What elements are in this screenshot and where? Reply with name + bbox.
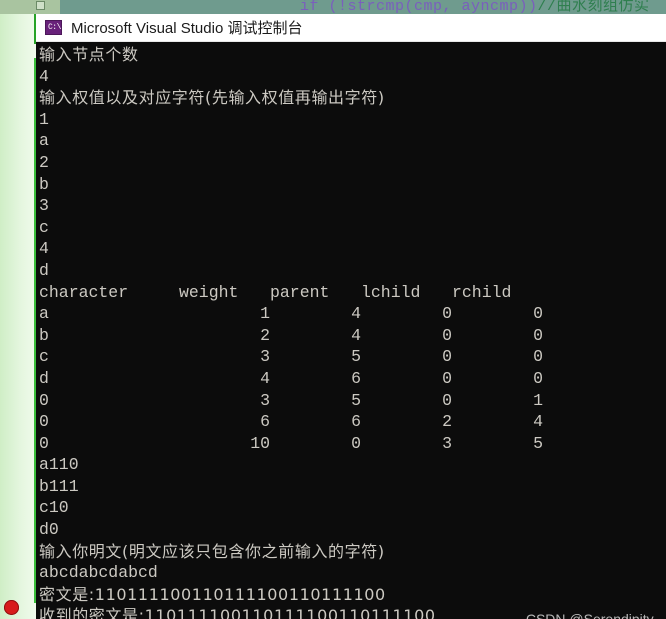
ciphertext-line: 密文是:110111100110111100110111100	[39, 584, 386, 604]
cell-rchild: 4	[533, 412, 543, 432]
column-header-rchild: rchild	[452, 282, 512, 302]
input-weight-char: d	[39, 260, 49, 280]
cell-character: b	[39, 325, 49, 345]
input-weight-char: c	[39, 217, 49, 237]
table-row: c 3 5 0 0	[39, 346, 666, 368]
cell-rchild: 0	[533, 304, 543, 324]
cell-character: a	[39, 304, 49, 324]
input-weight-char: 1	[39, 109, 49, 129]
cell-lchild: 0	[442, 347, 452, 367]
cell-parent: 6	[351, 368, 361, 388]
huffman-code-line: d0	[39, 520, 59, 540]
collapse-box-icon	[36, 1, 45, 10]
cell-parent: 5	[351, 347, 361, 367]
cell-character: d	[39, 368, 49, 388]
screenshot-root: if (!strcmp(cmp, ayncmp))//曲水刻组仿实 Micros…	[0, 0, 666, 619]
column-header-character: character	[39, 282, 129, 302]
editor-code-fragment: if (!strcmp(cmp, ayncmp))//曲水刻组仿实	[300, 0, 650, 15]
input-weight-char: 4	[39, 239, 49, 259]
input-plaintext: abcdabcdabcd	[39, 563, 158, 583]
console-app-icon	[45, 20, 62, 35]
cell-weight: 3	[260, 347, 270, 367]
table-row: b 2 4 0 0	[39, 325, 666, 347]
huffman-code-line: b111	[39, 476, 79, 496]
cell-parent: 6	[351, 412, 361, 432]
cell-weight: 6	[260, 412, 270, 432]
column-header-parent: parent	[270, 282, 330, 302]
cell-lchild: 3	[442, 433, 452, 453]
cell-character: 0	[39, 433, 49, 453]
prompt-plaintext: 输入你明文(明文应该只包含你之前输入的字符)	[39, 541, 385, 561]
column-header-weight: weight	[179, 282, 239, 302]
code-comment: //曲水刻组仿实	[537, 0, 650, 15]
input-weight-char: b	[39, 174, 49, 194]
left-edge-strip	[0, 14, 36, 619]
console-output-area[interactable]: 输入节点个数 4 输入权值以及对应字符(先输入权值再输出字符) 1 a 2 b …	[36, 42, 666, 619]
cell-rchild: 0	[533, 325, 543, 345]
cell-rchild: 0	[533, 347, 543, 367]
input-node-count: 4	[39, 66, 49, 86]
cell-rchild: 1	[533, 390, 543, 410]
cell-parent: 0	[351, 433, 361, 453]
csdn-watermark: CSDN @Serendipity--	[525, 611, 663, 619]
breakpoint-icon[interactable]	[4, 600, 19, 615]
table-row: d 4 6 0 0	[39, 368, 666, 390]
column-header-lchild: lchild	[361, 282, 421, 302]
cell-weight: 4	[260, 368, 270, 388]
cell-weight: 10	[250, 433, 270, 453]
input-weight-char: 2	[39, 152, 49, 172]
table-header-row: character weight parent lchild rchild	[39, 282, 666, 304]
code-text: if (!strcmp(cmp, ayncmp))	[300, 0, 538, 15]
cell-character: c	[39, 347, 49, 367]
table-row: 0 3 5 0 1	[39, 390, 666, 412]
cell-character: 0	[39, 412, 49, 432]
debug-console-window: Microsoft Visual Studio 调试控制台 输入节点个数 4 输…	[36, 14, 666, 619]
cell-weight: 3	[260, 390, 270, 410]
cell-weight: 2	[260, 325, 270, 345]
cell-parent: 5	[351, 390, 361, 410]
cell-rchild: 0	[533, 368, 543, 388]
huffman-code-line: c10	[39, 498, 69, 518]
cell-weight: 1	[260, 304, 270, 324]
prompt-weights: 输入权值以及对应字符(先输入权值再输出字符)	[39, 88, 385, 108]
cell-lchild: 0	[442, 390, 452, 410]
cell-lchild: 0	[442, 304, 452, 324]
huffman-code-line: a110	[39, 455, 79, 475]
cell-parent: 4	[351, 325, 361, 345]
cell-lchild: 2	[442, 412, 452, 432]
input-weight-char: 3	[39, 196, 49, 216]
cell-parent: 4	[351, 304, 361, 324]
table-row: 0 6 6 2 4	[39, 411, 666, 433]
prompt-node-count: 输入节点个数	[39, 45, 139, 64]
cell-rchild: 5	[533, 433, 543, 453]
cell-lchild: 0	[442, 325, 452, 345]
table-row: a 1 4 0 0	[39, 303, 666, 325]
cell-lchild: 0	[442, 368, 452, 388]
console-titlebar[interactable]: Microsoft Visual Studio 调试控制台	[36, 14, 666, 42]
input-weight-char: a	[39, 131, 49, 151]
table-row: 0 10 0 3 5	[39, 433, 666, 455]
window-title: Microsoft Visual Studio 调试控制台	[71, 20, 303, 37]
cell-character: 0	[39, 390, 49, 410]
